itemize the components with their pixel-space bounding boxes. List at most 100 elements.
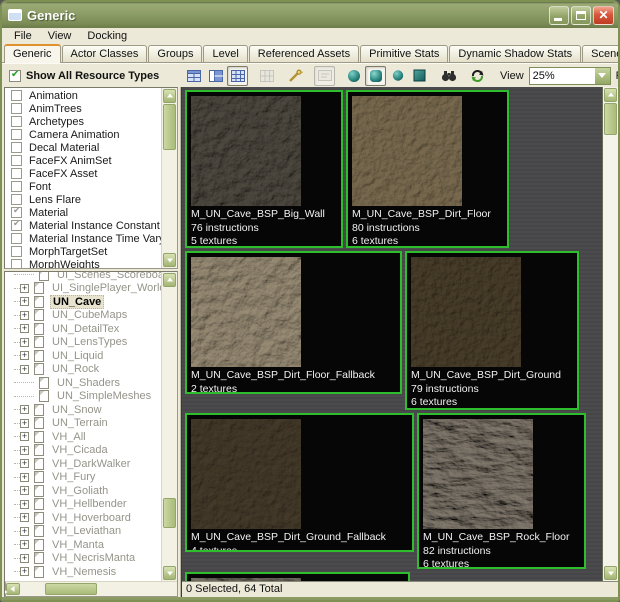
- tab[interactable]: Dynamic Shadow Stats: [449, 45, 581, 62]
- package-tree-row[interactable]: + UN_CubeMaps: [5, 309, 161, 323]
- show-all-checkbox[interactable]: [9, 70, 21, 82]
- expand-plus-icon[interactable]: +: [20, 432, 29, 441]
- asset-grid-scrollbar[interactable]: [602, 87, 618, 581]
- asset-tile[interactable]: M_UN_Cave_BSP_Rock_Floor 82 instructions…: [417, 413, 586, 569]
- package-tree-row[interactable]: + VH_All: [5, 430, 161, 444]
- package-tree-row[interactable]: + UI_Scenes_Scoreboards: [5, 271, 161, 282]
- resource-type-row[interactable]: Material Instance Time Varying: [5, 232, 161, 245]
- resource-type-row[interactable]: AnimTrees: [5, 102, 161, 115]
- resource-type-row[interactable]: Animation: [5, 89, 161, 102]
- expand-plus-icon[interactable]: +: [20, 297, 29, 306]
- package-tree-row[interactable]: + VH_Goliath: [5, 484, 161, 498]
- expand-plus-icon[interactable]: +: [20, 419, 29, 428]
- package-tree-row[interactable]: + UN_Rock: [5, 363, 161, 377]
- expand-plus-icon[interactable]: +: [20, 446, 29, 455]
- package-tree-row[interactable]: + UI_SinglePlayer_World: [5, 282, 161, 296]
- resource-type-checkbox[interactable]: [11, 142, 22, 153]
- resource-type-checkbox[interactable]: [11, 246, 22, 257]
- resource-type-checkbox[interactable]: [11, 194, 22, 205]
- resource-type-checkbox[interactable]: [11, 233, 22, 244]
- package-tree-row[interactable]: + VH_DarkWalker: [5, 457, 161, 471]
- resource-type-checkbox[interactable]: [11, 116, 22, 127]
- expand-plus-icon[interactable]: +: [20, 500, 29, 509]
- refresh-button[interactable]: [467, 66, 488, 86]
- resource-type-row[interactable]: FaceFX AnimSet: [5, 154, 161, 167]
- asset-tile[interactable]: M_UN_Cave_BSP_Dirt_Ground_Fallback 4 tex…: [185, 413, 414, 552]
- package-tree-row[interactable]: + UN_Cave: [5, 295, 161, 309]
- package-tree-row[interactable]: + UN_Terrain: [5, 417, 161, 431]
- resource-type-checkbox[interactable]: [11, 103, 22, 114]
- expand-plus-icon[interactable]: +: [20, 365, 29, 374]
- scrollbar-thumb[interactable]: [604, 103, 617, 135]
- scroll-down-icon[interactable]: [163, 566, 176, 580]
- view-thumbnails-button[interactable]: [227, 66, 248, 86]
- resource-type-row[interactable]: Font: [5, 180, 161, 193]
- resource-type-checkbox[interactable]: [11, 168, 22, 179]
- tab[interactable]: Scene Manager: [582, 45, 620, 62]
- view-split-button[interactable]: [205, 66, 226, 86]
- expand-plus-icon[interactable]: +: [20, 527, 29, 536]
- resource-type-row[interactable]: FaceFX Asset: [5, 167, 161, 180]
- resource-type-row[interactable]: Lens Flare: [5, 193, 161, 206]
- show-all-resource-types[interactable]: Show All Resource Types: [2, 64, 181, 87]
- asset-tile[interactable]: M_UN_Cave_BSP_Big_Wall 76 instructions 5…: [185, 90, 343, 248]
- expand-plus-icon[interactable]: +: [20, 540, 29, 549]
- maximize-button[interactable]: [571, 6, 591, 25]
- tab[interactable]: Actor Classes: [62, 45, 148, 62]
- resource-type-row[interactable]: Archetypes: [5, 115, 161, 128]
- tab[interactable]: Primitive Stats: [360, 45, 448, 62]
- package-tree-scrollbar[interactable]: [161, 272, 177, 581]
- scroll-up-icon[interactable]: [163, 273, 176, 287]
- expand-plus-icon[interactable]: +: [20, 567, 29, 576]
- expand-plus-icon[interactable]: +: [20, 554, 29, 563]
- package-tree-row[interactable]: + UN_Snow: [5, 403, 161, 417]
- package-tree-row[interactable]: + VH_Nemesis: [5, 565, 161, 579]
- apply-tool-button[interactable]: [285, 66, 306, 86]
- scroll-down-icon[interactable]: [604, 566, 617, 580]
- resource-type-row[interactable]: Material: [5, 206, 161, 219]
- package-tree-row[interactable]: + UN_LensTypes: [5, 336, 161, 350]
- view-list-button[interactable]: [183, 66, 204, 86]
- expand-plus-icon[interactable]: +: [20, 284, 29, 293]
- scroll-up-icon[interactable]: [163, 89, 176, 103]
- resource-list-scrollbar[interactable]: [161, 88, 177, 268]
- menu-item[interactable]: Docking: [79, 29, 135, 43]
- package-tree-row[interactable]: + VH_Hoverboard: [5, 511, 161, 525]
- asset-tile[interactable]: M_UN_Cave_BSP_Dirt_Floor 80 instructions…: [346, 90, 509, 248]
- asset-tile[interactable]: [185, 572, 410, 581]
- package-tree-row[interactable]: + VH_Hellbender: [5, 498, 161, 512]
- package-tree-row[interactable]: + VH_Manta: [5, 538, 161, 552]
- expand-plus-icon[interactable]: +: [20, 405, 29, 414]
- resource-type-checkbox[interactable]: [11, 259, 22, 268]
- package-tree-row[interactable]: + VH_Fury: [5, 471, 161, 485]
- asset-tile[interactable]: M_UN_Cave_BSP_Dirt_Floor_Fallback 2 text…: [185, 251, 402, 394]
- asset-tile[interactable]: M_UN_Cave_BSP_Dirt_Ground 79 instruction…: [405, 251, 579, 410]
- primitive-sphere-button[interactable]: [343, 66, 364, 86]
- chevron-down-icon[interactable]: [595, 68, 610, 84]
- resource-type-row[interactable]: Material Instance Constant: [5, 219, 161, 232]
- scrollbar-thumb[interactable]: [163, 104, 176, 150]
- package-tree-row[interactable]: + UN_DetailTex: [5, 322, 161, 336]
- primitive-cube-button[interactable]: [365, 66, 386, 86]
- expand-plus-icon[interactable]: +: [20, 486, 29, 495]
- resource-type-row[interactable]: MorphTargetSet: [5, 245, 161, 258]
- primitive-plane-button[interactable]: [409, 66, 430, 86]
- resource-type-checkbox[interactable]: [11, 129, 22, 140]
- minimize-button[interactable]: [549, 6, 569, 25]
- resource-type-checkbox[interactable]: [11, 181, 22, 192]
- package-tree-row[interactable]: + UN_SimpleMeshes: [5, 390, 161, 404]
- menu-item[interactable]: File: [6, 29, 40, 43]
- tab[interactable]: Groups: [148, 45, 202, 62]
- package-tree-row[interactable]: + UN_Shaders: [5, 376, 161, 390]
- expand-plus-icon[interactable]: +: [20, 459, 29, 468]
- package-tree-row[interactable]: + VH_Leviathan: [5, 525, 161, 539]
- resource-type-checkbox[interactable]: [11, 207, 22, 218]
- package-tree-row[interactable]: + VH_Cicada: [5, 444, 161, 458]
- scroll-right-icon[interactable]: [4, 582, 6, 597]
- expand-plus-icon[interactable]: +: [20, 351, 29, 360]
- menu-item[interactable]: View: [40, 29, 80, 43]
- tab[interactable]: Referenced Assets: [249, 45, 359, 62]
- expand-plus-icon[interactable]: +: [20, 338, 29, 347]
- scrollbar-thumb[interactable]: [45, 583, 97, 595]
- expand-plus-icon[interactable]: +: [20, 324, 29, 333]
